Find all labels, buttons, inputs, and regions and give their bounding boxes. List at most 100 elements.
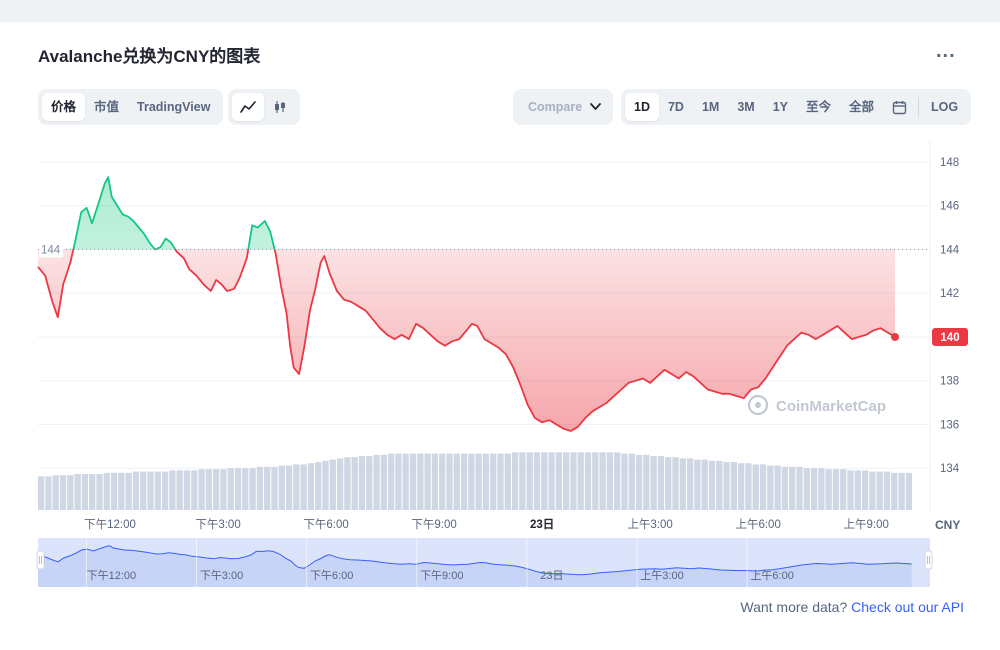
volume-bar [439, 453, 446, 510]
volume-bar [446, 453, 453, 510]
volume-bar [723, 462, 730, 510]
volume-bar [665, 457, 672, 510]
y-axis: 148146144142140138136134140 [932, 157, 968, 475]
volume-bar [110, 472, 118, 510]
volume-bar [59, 475, 67, 510]
volume-bar [905, 472, 912, 510]
navigator-tick-label: 上午3:00 [640, 569, 683, 582]
volume-bar [227, 468, 234, 510]
volume-bar [832, 469, 840, 510]
volume-bar [606, 452, 614, 510]
navigator-handle-left[interactable] [36, 550, 45, 570]
currency-unit: CNY [935, 518, 960, 532]
x-tick-label: 下午3:00 [195, 518, 240, 531]
volume-bar [621, 453, 628, 510]
volume-bar [147, 471, 154, 510]
volume-bar [183, 470, 191, 510]
volume-bar [388, 453, 395, 510]
volume-bar [752, 464, 759, 510]
volume-bar [285, 465, 293, 510]
volume-bar [475, 453, 482, 510]
y-tick-label: 148 [940, 157, 959, 169]
navigator-tick-label: 23日 [540, 570, 563, 582]
volume-bar [635, 454, 643, 510]
x-axis: 下午12:00 下午3:00 下午6:00 下午9:00 23日 上午3:00 上午6:00… [84, 518, 960, 532]
volume-bar [67, 475, 74, 510]
volume-bar [730, 462, 737, 510]
volume-bar [366, 456, 373, 510]
watermark: CoinMarketCap [747, 394, 886, 416]
navigator-handle-right[interactable] [924, 550, 933, 570]
volume-bar [220, 469, 227, 510]
volume-bar [103, 472, 110, 510]
volume-bar [614, 452, 621, 510]
navigator-tick-label: 下午12:00 [87, 569, 137, 582]
volume-bar [584, 452, 592, 510]
volume-bar [526, 452, 533, 510]
volume-bar [271, 466, 278, 510]
y-tick-label: 134 [940, 463, 960, 475]
volume-bar [810, 468, 818, 510]
volume-bar [176, 470, 183, 510]
volume-bar [694, 459, 701, 510]
volume-bar [555, 452, 562, 510]
volume-bar [577, 452, 584, 510]
volume-bar [533, 452, 541, 510]
volume-bar [278, 465, 285, 510]
x-tick-label: 23日 [530, 518, 554, 531]
volume-bar [759, 464, 767, 510]
volume-bar [74, 474, 81, 510]
open-price-label: 144 [41, 244, 61, 256]
volume-bar [796, 466, 803, 510]
volume-bar [876, 471, 883, 510]
volume-bar [336, 458, 344, 510]
navigator-tick-label: 上午6:00 [750, 569, 793, 582]
volume-bar [708, 460, 716, 510]
volume-bar [373, 454, 380, 510]
volume-bar [468, 453, 475, 510]
y-tick-label: 144 [940, 244, 960, 256]
volume-bar [307, 463, 315, 510]
volume-bar [460, 453, 468, 510]
volume-bar [249, 468, 256, 510]
volume-bar [380, 454, 387, 510]
volume-bar [861, 470, 869, 510]
volume-bar [351, 457, 358, 510]
volume-bar [854, 470, 861, 510]
volume-bar [96, 474, 103, 510]
y-tick-label: 142 [940, 288, 959, 300]
y-tick-label: 146 [940, 201, 959, 213]
volume-bar [898, 472, 905, 510]
volume-bar [840, 469, 847, 510]
volume-bar [205, 469, 212, 510]
volume-bar [417, 453, 424, 510]
volume-bar [125, 472, 132, 510]
volume-bar [818, 468, 825, 510]
range-navigator[interactable]: 下午12:00 下午3:00 下午6:00 下午9:00 23日 上午3:00 上午6:00 [36, 538, 933, 587]
x-tick-label: 下午12:00 [84, 518, 136, 531]
navigator-tick-label: 下午9:00 [420, 569, 463, 582]
volume-bar [738, 463, 745, 510]
volume-bar [789, 466, 796, 510]
volume-bars [38, 452, 912, 510]
volume-bar [497, 453, 504, 510]
volume-bar [300, 464, 307, 510]
volume-bar [38, 476, 45, 510]
volume-bar [234, 468, 242, 510]
volume-bar [191, 470, 198, 510]
price-chart[interactable]: CoinMarketCap 144 148 146 144 142 140 138 136 1… [0, 0, 1000, 650]
volume-bar [650, 456, 657, 510]
volume-bar [213, 469, 220, 510]
volume-bar [504, 453, 511, 510]
volume-bar [869, 471, 876, 510]
volume-bar [825, 469, 832, 510]
volume-bar [716, 460, 723, 510]
y-tick-label: 136 [940, 419, 959, 431]
volume-bar [154, 471, 161, 510]
volume-bar [679, 458, 686, 510]
volume-bar [672, 457, 679, 510]
volume-bar [883, 471, 891, 510]
volume-bar [570, 452, 577, 510]
volume-bar [745, 463, 752, 510]
volume-bar [132, 471, 140, 510]
